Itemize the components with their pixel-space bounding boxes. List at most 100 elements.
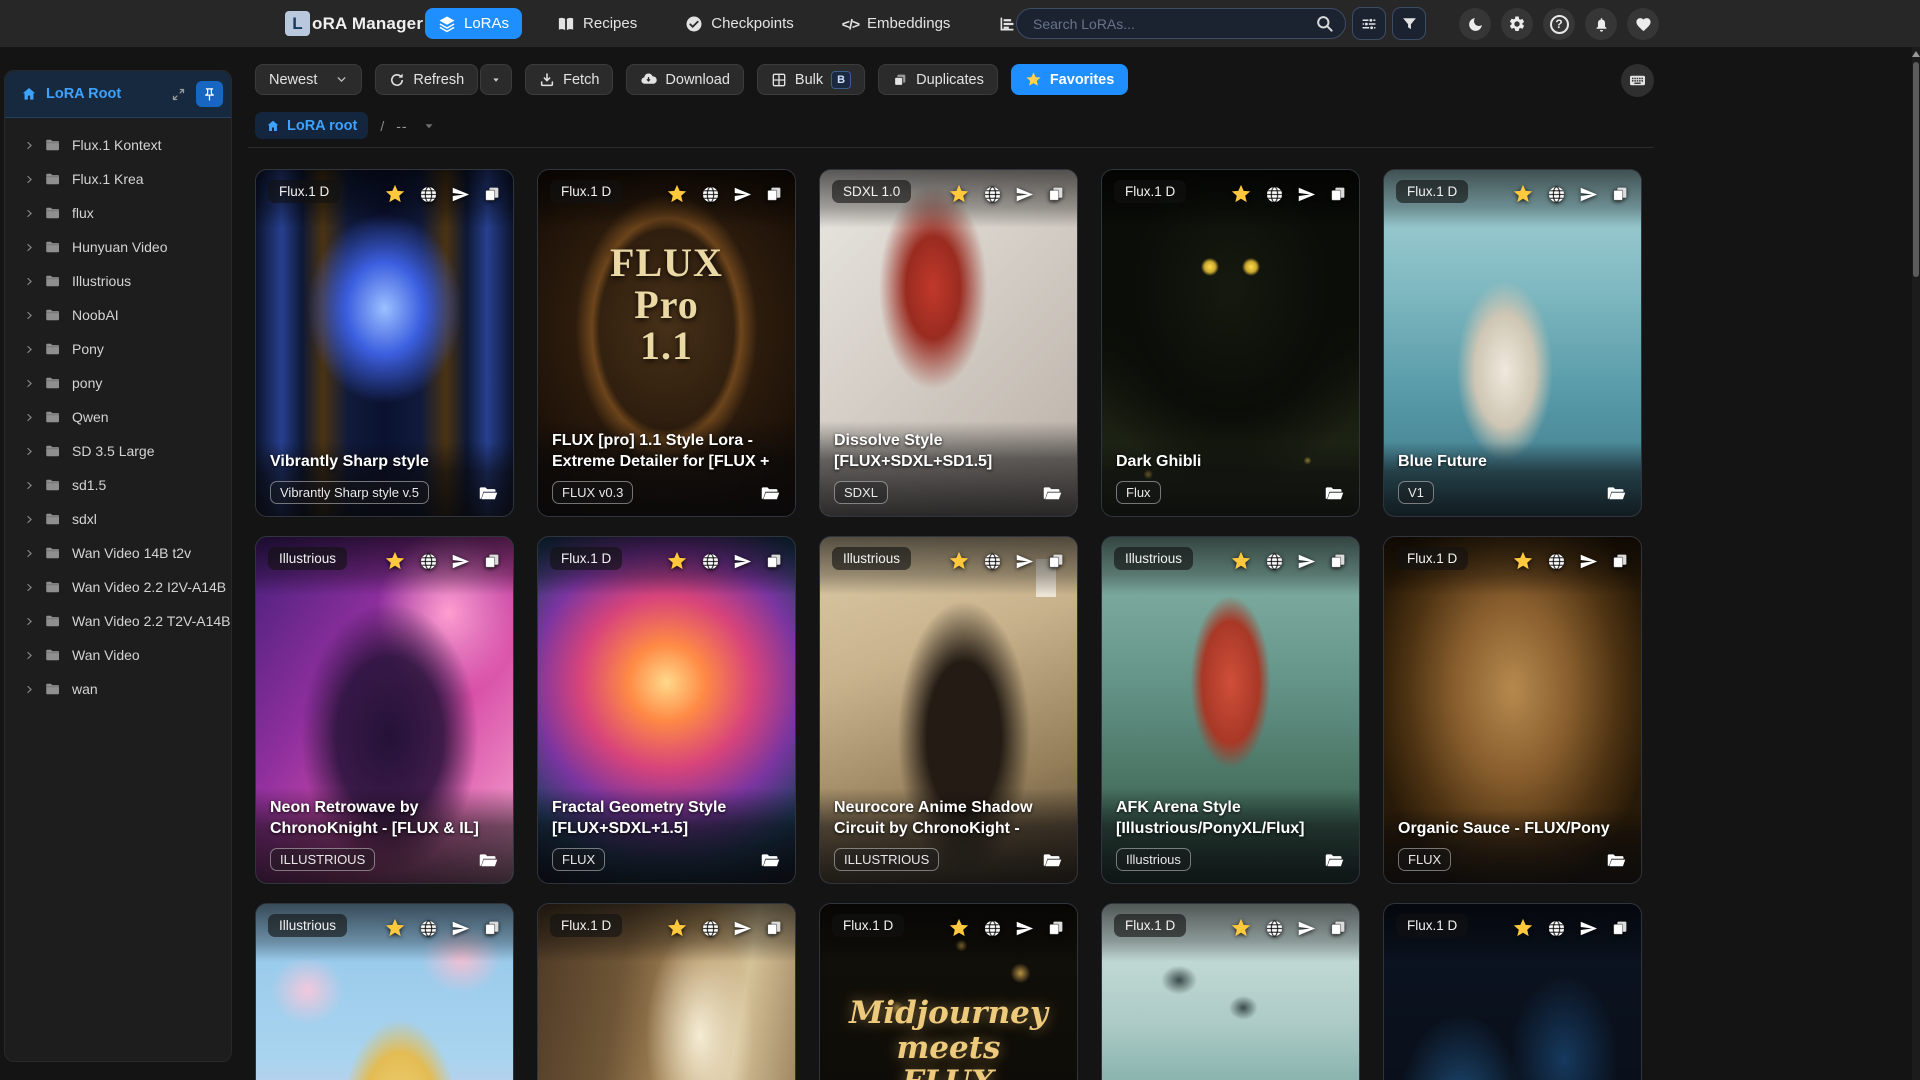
- civitai-globe-icon[interactable]: [983, 552, 1002, 571]
- civitai-globe-icon[interactable]: [419, 185, 438, 204]
- lora-card[interactable]: Flux.1 D Vibrantly Sharp style Vibrantly…: [255, 169, 514, 517]
- civitai-globe-icon[interactable]: [1547, 552, 1566, 571]
- send-icon[interactable]: [733, 919, 752, 938]
- open-folder-icon[interactable]: [1324, 483, 1345, 504]
- sidebar-folder-item[interactable]: wan: [5, 672, 231, 706]
- lora-card[interactable]: Illustrious AFK Arena Style [Illustrious…: [1101, 536, 1360, 884]
- sort-select[interactable]: Newest: [255, 64, 363, 95]
- civitai-globe-icon[interactable]: [1265, 919, 1284, 938]
- civitai-globe-icon[interactable]: [983, 919, 1002, 938]
- civitai-globe-icon[interactable]: [419, 552, 438, 571]
- lora-card[interactable]: SDXL 1.0 Dissolve Style [FLUX+SDXL+SD1.5…: [819, 169, 1078, 517]
- send-icon[interactable]: [1579, 185, 1598, 204]
- filter-button[interactable]: [1392, 7, 1426, 40]
- lora-card[interactable]: Flux.1 D: [1101, 903, 1360, 1080]
- sidebar-folder-item[interactable]: Hunyuan Video: [5, 230, 231, 264]
- breadcrumb-root[interactable]: LoRA root: [255, 112, 369, 139]
- scroll-up-arrow[interactable]: [1912, 51, 1920, 57]
- send-icon[interactable]: [1579, 552, 1598, 571]
- bulk-button[interactable]: Bulk B: [756, 64, 866, 95]
- sidebar-folder-item[interactable]: Wan Video 2.2 T2V-A14B: [5, 604, 231, 638]
- copy-icon[interactable]: [1047, 552, 1065, 570]
- send-icon[interactable]: [1579, 919, 1598, 938]
- duplicates-button[interactable]: Duplicates: [878, 64, 998, 95]
- lora-card[interactable]: Illustrious Neurocore Anime Shadow Circu…: [819, 536, 1078, 884]
- sidebar-folder-item[interactable]: sdxl: [5, 502, 231, 536]
- lora-card[interactable]: FLUX Pro 1.1 Flux.1 D FLUX [pro] 1.1 Sty…: [537, 169, 796, 517]
- lora-card[interactable]: Flux.1 D Dark Ghibli Flux: [1101, 169, 1360, 517]
- theme-toggle-button[interactable]: [1459, 8, 1491, 40]
- refresh-options-button[interactable]: [480, 64, 513, 95]
- civitai-globe-icon[interactable]: [419, 919, 438, 938]
- sidebar-folder-item[interactable]: Pony: [5, 332, 231, 366]
- favorite-star-icon[interactable]: [666, 183, 688, 205]
- sidebar-root-row[interactable]: LoRA Root: [5, 71, 231, 118]
- favorite-star-icon[interactable]: [1512, 550, 1534, 572]
- keyboard-shortcuts-button[interactable]: [1621, 64, 1654, 97]
- scrollbar-thumb[interactable]: [1913, 62, 1919, 277]
- favorite-star-icon[interactable]: [1512, 183, 1534, 205]
- tab-loras[interactable]: LoRAs: [425, 8, 523, 39]
- favorites-filter-button[interactable]: Favorites: [1010, 64, 1129, 95]
- copy-icon[interactable]: [483, 552, 501, 570]
- lora-card[interactable]: Flux.1 D: [1383, 903, 1642, 1080]
- copy-icon[interactable]: [765, 552, 783, 570]
- tab-checkpoints[interactable]: Checkpoints: [672, 8, 807, 39]
- copy-icon[interactable]: [1611, 919, 1629, 937]
- send-icon[interactable]: [733, 552, 752, 571]
- open-folder-icon[interactable]: [760, 850, 781, 871]
- sidebar-folder-item[interactable]: sd1.5: [5, 468, 231, 502]
- copy-icon[interactable]: [483, 185, 501, 203]
- copy-icon[interactable]: [1047, 185, 1065, 203]
- lora-card[interactable]: Illustrious: [255, 903, 514, 1080]
- open-folder-icon[interactable]: [478, 850, 499, 871]
- sidebar-folder-item[interactable]: Illustrious: [5, 264, 231, 298]
- send-icon[interactable]: [1297, 919, 1316, 938]
- open-folder-icon[interactable]: [1042, 483, 1063, 504]
- sidebar-folder-item[interactable]: SD 3.5 Large: [5, 434, 231, 468]
- download-button[interactable]: Download: [626, 64, 744, 95]
- open-folder-icon[interactable]: [1606, 483, 1627, 504]
- sidebar-folder-item[interactable]: Flux.1 Kontext: [5, 128, 231, 162]
- civitai-globe-icon[interactable]: [701, 552, 720, 571]
- civitai-globe-icon[interactable]: [1547, 185, 1566, 204]
- send-icon[interactable]: [1015, 919, 1034, 938]
- send-icon[interactable]: [1297, 185, 1316, 204]
- lora-card[interactable]: Midjourney meets FLUX Flux.1 D: [819, 903, 1078, 1080]
- search-input[interactable]: [1016, 8, 1346, 39]
- lora-card[interactable]: Flux.1 D Fractal Geometry Style [FLUX+SD…: [537, 536, 796, 884]
- tab-embeddings[interactable]: </> Embeddings: [829, 8, 964, 39]
- tab-recipes[interactable]: Recipes: [544, 8, 650, 39]
- copy-icon[interactable]: [1329, 919, 1347, 937]
- civitai-globe-icon[interactable]: [983, 185, 1002, 204]
- favorite-star-icon[interactable]: [1230, 550, 1252, 572]
- favorite-star-icon[interactable]: [384, 550, 406, 572]
- lora-card[interactable]: Flux.1 D Blue Future V1: [1383, 169, 1642, 517]
- pin-sidebar-button[interactable]: [196, 81, 223, 107]
- sidebar-folder-item[interactable]: Wan Video: [5, 638, 231, 672]
- fetch-button[interactable]: Fetch: [525, 64, 614, 95]
- favorites-nav-button[interactable]: [1627, 8, 1659, 40]
- civitai-globe-icon[interactable]: [1547, 919, 1566, 938]
- search-options-button[interactable]: [1352, 7, 1386, 40]
- notifications-button[interactable]: [1585, 8, 1617, 40]
- send-icon[interactable]: [1015, 185, 1034, 204]
- sidebar-folder-item[interactable]: NoobAI: [5, 298, 231, 332]
- send-icon[interactable]: [451, 552, 470, 571]
- favorite-star-icon[interactable]: [948, 917, 970, 939]
- civitai-globe-icon[interactable]: [1265, 552, 1284, 571]
- send-icon[interactable]: [733, 185, 752, 204]
- send-icon[interactable]: [1297, 552, 1316, 571]
- open-folder-icon[interactable]: [1042, 850, 1063, 871]
- open-folder-icon[interactable]: [1324, 850, 1345, 871]
- copy-icon[interactable]: [765, 919, 783, 937]
- copy-icon[interactable]: [1047, 919, 1065, 937]
- favorite-star-icon[interactable]: [1512, 917, 1534, 939]
- sidebar-folder-item[interactable]: Flux.1 Krea: [5, 162, 231, 196]
- send-icon[interactable]: [451, 919, 470, 938]
- settings-button[interactable]: [1501, 8, 1533, 40]
- favorite-star-icon[interactable]: [1230, 183, 1252, 205]
- lora-card[interactable]: Illustrious Neon Retrowave by ChronoKnig…: [255, 536, 514, 884]
- favorite-star-icon[interactable]: [384, 183, 406, 205]
- favorite-star-icon[interactable]: [948, 183, 970, 205]
